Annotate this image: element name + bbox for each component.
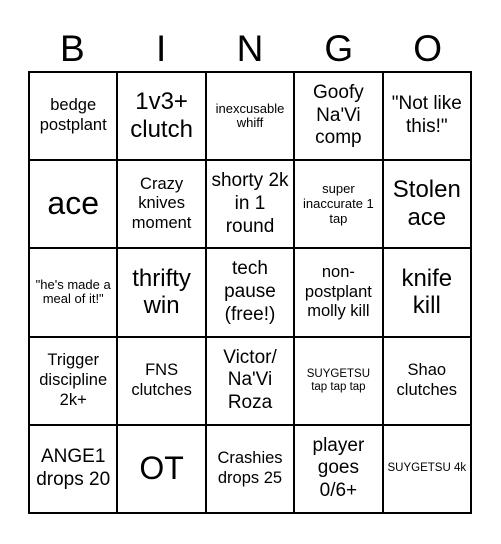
bingo-cell[interactable]: SUYGETSU tap tap tap	[294, 336, 383, 425]
bingo-cell[interactable]: "Not like this!"	[382, 72, 471, 161]
bingo-cell[interactable]: Victor/ Na'Vi Roza	[205, 336, 295, 425]
bingo-cell[interactable]: Crazy knives moment	[117, 160, 206, 249]
bingo-cell[interactable]: "he's made a meal of it!"	[29, 248, 118, 337]
header-letter-n: N	[236, 28, 264, 69]
bingo-cell[interactable]: inexcusable whiff	[205, 72, 295, 161]
bingo-cell[interactable]: thrifty win	[117, 248, 206, 337]
bingo-cell[interactable]: super inaccurate 1 tap	[294, 160, 383, 249]
bingo-cell[interactable]: Trigger discipline 2k+	[29, 336, 118, 425]
bingo-header: B I N G O	[28, 28, 472, 70]
bingo-cell[interactable]: non-postplant molly kill	[294, 248, 383, 337]
bingo-cell[interactable]: Crashies drops 25	[205, 424, 295, 513]
bingo-card-grid: bedge postplant 1v3+ clutch inexcusable wh…	[28, 71, 472, 514]
bingo-cell[interactable]: Stolen ace	[382, 160, 471, 249]
bingo-cell[interactable]: bedge postplant	[29, 72, 118, 161]
bingo-cell[interactable]: Goofy Na'Vi comp	[294, 72, 383, 161]
bingo-cell[interactable]: OT	[117, 424, 206, 513]
bingo-cell[interactable]: knife kill	[382, 248, 471, 337]
bingo-cell[interactable]: shorty 2k in 1 round	[205, 160, 295, 249]
bingo-cell[interactable]: ace	[29, 160, 118, 249]
bingo-cell[interactable]: tech pause (free!)	[205, 248, 295, 337]
header-letter-i: I	[156, 28, 167, 69]
bingo-cell[interactable]: Shao clutches	[382, 336, 471, 425]
bingo-cell[interactable]: 1v3+ clutch	[117, 72, 206, 161]
bingo-cell[interactable]: FNS clutches	[117, 336, 206, 425]
bingo-cell[interactable]: SUYGETSU 4k	[382, 424, 471, 513]
bingo-cell[interactable]: player goes 0/6+	[294, 424, 383, 513]
header-letter-o: O	[413, 28, 442, 69]
bingo-cell[interactable]: ANGE1 drops 20	[29, 424, 118, 513]
header-letter-g: G	[324, 28, 354, 69]
header-letter-b: B	[60, 28, 85, 69]
